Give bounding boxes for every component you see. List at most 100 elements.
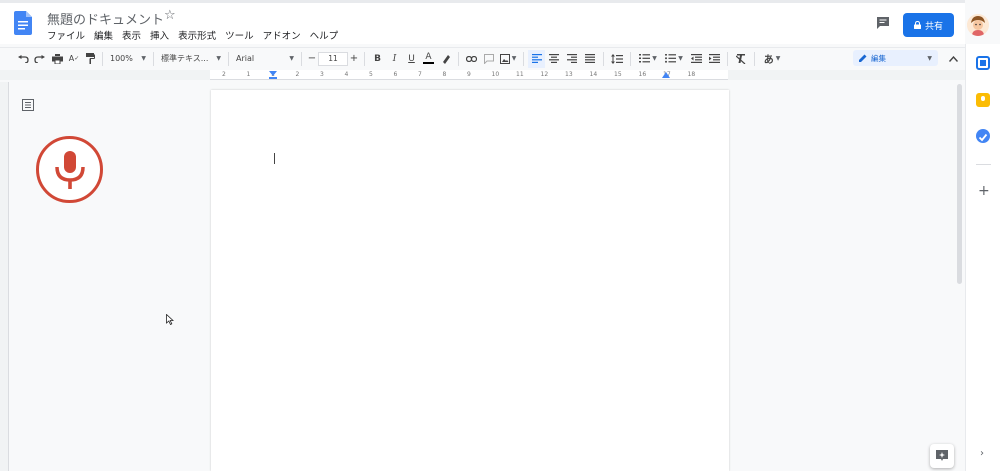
menu-help[interactable]: ヘルプ	[310, 28, 339, 42]
highlight-pen-icon[interactable]	[437, 50, 454, 68]
ruler-tick-label: 5	[369, 71, 373, 78]
left-indent-marker-icon[interactable]	[269, 71, 277, 79]
text-cursor	[274, 153, 275, 164]
explore-button[interactable]	[930, 444, 954, 468]
keep-icon[interactable]	[976, 93, 990, 107]
divider	[754, 51, 755, 66]
divider	[727, 51, 728, 66]
spellcheck-icon[interactable]: A ✓	[66, 50, 82, 68]
zoom-select[interactable]: 100% ▼	[107, 50, 149, 68]
side-panel: + ›	[965, 44, 1000, 471]
mouse-pointer-icon	[166, 314, 174, 325]
increase-font-size-button[interactable]: +	[348, 50, 360, 68]
menu-view[interactable]: 表示	[122, 28, 141, 42]
calendar-icon[interactable]	[976, 56, 990, 70]
align-left-icon[interactable]	[528, 49, 545, 68]
print-icon[interactable]	[48, 50, 66, 68]
divider	[523, 51, 524, 66]
document-outline-icon[interactable]	[22, 99, 34, 111]
chevron-down-icon: ▼	[652, 55, 657, 62]
chevron-down-icon: ▼	[141, 55, 146, 62]
menu-format[interactable]: 表示形式	[178, 28, 216, 42]
bulleted-list-icon[interactable]: ▼	[661, 50, 687, 68]
decrease-indent-icon[interactable]	[687, 50, 705, 68]
editing-mode-label: 編集	[871, 53, 886, 63]
document-page[interactable]	[211, 90, 729, 471]
input-tools-label: あ	[763, 55, 774, 66]
divider	[364, 51, 365, 66]
font-size-input[interactable]: 11	[318, 51, 348, 66]
google-docs-window: 無題のドキュメント ☆ ファイル 編集 表示 挿入 表示形式 ツール アドオン …	[0, 0, 1000, 471]
editing-mode-select[interactable]: 編集 ▼	[853, 50, 938, 66]
chevron-down-icon: ▼	[511, 55, 517, 62]
divider	[153, 51, 154, 66]
header-bar: 無題のドキュメント ☆ ファイル 編集 表示 挿入 表示形式 ツール アドオン …	[0, 0, 989, 44]
vertical-scrollbar[interactable]	[955, 80, 964, 471]
chevron-right-icon[interactable]: ›	[980, 448, 984, 459]
avatar[interactable]	[967, 14, 989, 36]
input-tools-button[interactable]: あ ▼	[759, 50, 785, 68]
line-spacing-icon[interactable]	[608, 50, 626, 68]
chevron-down-icon: ▼	[216, 55, 221, 62]
ruler-tick-label: 4	[344, 71, 349, 78]
ruler-tick-label: 13	[565, 71, 573, 78]
divider	[301, 51, 302, 66]
scrollbar-thumb[interactable]	[957, 84, 962, 284]
justify-icon[interactable]	[581, 50, 599, 68]
comment-history-icon[interactable]	[875, 15, 891, 31]
font-value: Arial	[236, 54, 255, 63]
get-addons-plus-icon[interactable]: +	[978, 183, 990, 199]
chevron-down-icon: ▼	[775, 55, 781, 62]
ruler-tick-label: 16	[638, 71, 647, 78]
text-color-swatch	[423, 62, 434, 64]
divider	[976, 164, 991, 165]
ruler-tick-label: 8	[442, 71, 447, 78]
undo-icon[interactable]	[16, 50, 30, 68]
text-color-button[interactable]: A	[420, 50, 437, 68]
tasks-icon[interactable]	[976, 129, 990, 143]
divider	[102, 51, 103, 66]
add-comment-icon[interactable]	[480, 50, 497, 68]
horizontal-ruler[interactable]: 21123456789101112131415161718	[210, 70, 728, 80]
ruler-tick-label: 3	[320, 71, 324, 78]
bold-button[interactable]: B	[369, 50, 386, 68]
star-icon[interactable]: ☆	[164, 8, 176, 23]
menu-tools[interactable]: ツール	[225, 28, 254, 42]
link-icon[interactable]	[463, 50, 480, 68]
insert-image-icon[interactable]: ▼	[497, 50, 519, 68]
divider	[228, 51, 229, 66]
document-title[interactable]: 無題のドキュメント	[47, 9, 164, 28]
align-right-icon[interactable]	[563, 50, 581, 68]
ruler-tick-label: 1	[246, 71, 251, 78]
menu-edit[interactable]: 編集	[94, 28, 113, 42]
italic-button[interactable]: I	[386, 50, 403, 68]
share-button[interactable]: 共有	[903, 13, 954, 37]
menu-file[interactable]: ファイル	[47, 28, 85, 42]
menu-addons[interactable]: アドオン	[263, 28, 301, 42]
align-center-icon[interactable]	[545, 50, 563, 68]
clear-formatting-icon[interactable]	[732, 50, 750, 68]
increase-indent-icon[interactable]	[705, 50, 723, 68]
divider	[630, 51, 631, 66]
right-indent-marker-icon[interactable]	[662, 72, 670, 78]
voice-typing-mic-button[interactable]	[36, 136, 103, 203]
chevron-down-icon: ▼	[678, 55, 683, 62]
chevron-down-icon: ▼	[289, 55, 294, 62]
ruler-tick-label: 11	[516, 71, 524, 78]
menu-insert[interactable]: 挿入	[150, 28, 169, 42]
vertical-ruler[interactable]	[0, 82, 9, 471]
ruler-tick-label: 12	[540, 71, 549, 78]
style-select[interactable]: 標準テキス... ▼	[158, 50, 224, 68]
divider	[458, 51, 459, 66]
pencil-icon	[859, 54, 867, 62]
style-value: 標準テキス...	[161, 54, 209, 63]
zoom-value: 100%	[110, 54, 133, 63]
decrease-font-size-button[interactable]: −	[306, 50, 318, 68]
font-select[interactable]: Arial ▼	[233, 50, 297, 68]
docs-logo-icon[interactable]	[14, 11, 32, 35]
underline-button[interactable]: U	[403, 50, 420, 68]
numbered-list-icon[interactable]: ▼	[635, 50, 661, 68]
paint-format-icon[interactable]	[82, 50, 98, 68]
redo-icon[interactable]	[30, 50, 48, 68]
collapse-toolbar-icon[interactable]	[946, 50, 960, 68]
